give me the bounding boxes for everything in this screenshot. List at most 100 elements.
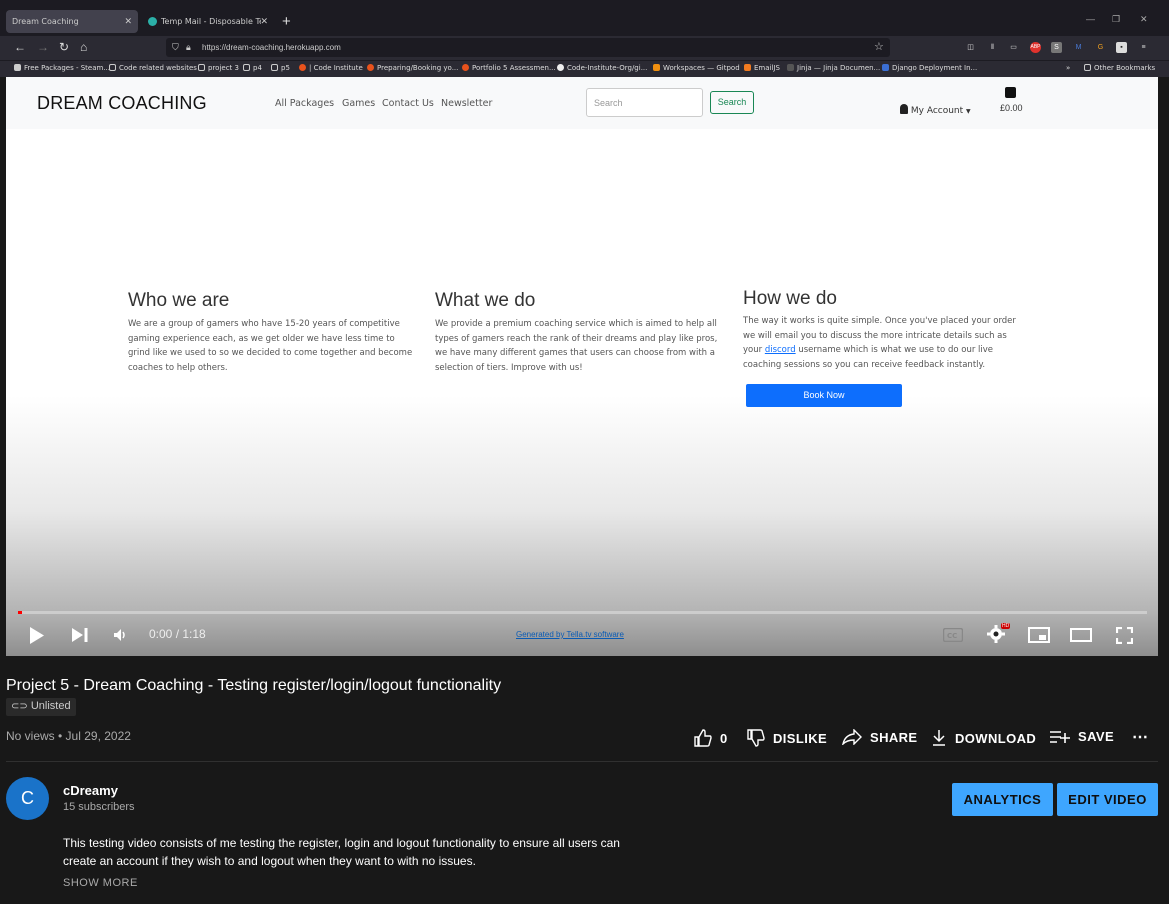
divider (6, 761, 1158, 762)
share-icon (842, 729, 862, 745)
site-header: DREAM COACHING All Packages Games Contac… (6, 77, 1158, 129)
play-icon[interactable] (30, 627, 44, 644)
subscriber-count: 15 subscribers (63, 801, 135, 813)
edit-video-button[interactable]: EDIT VIDEO (1057, 783, 1158, 816)
extension-icon[interactable]: G (1095, 42, 1106, 53)
url-bar[interactable]: ⛉ 🔒︎ https://dream-coaching.herokuapp.co… (166, 38, 890, 57)
jinja-icon (787, 64, 794, 71)
bookmark-item[interactable]: Workspaces — Gitpod (653, 64, 740, 72)
nav-all-packages[interactable]: All Packages (275, 98, 334, 109)
add-to-playlist-icon (1050, 730, 1070, 743)
shield-icon[interactable]: ⛉ (172, 42, 179, 53)
bookmark-item[interactable]: Django Deployment In... (882, 64, 977, 72)
site-search-button[interactable]: Search (710, 91, 754, 114)
gitpod-icon (653, 64, 660, 71)
menu-icon[interactable]: ≡ (1138, 42, 1149, 53)
tella-overlay-link[interactable]: Generated by Tella.tv software (516, 630, 624, 639)
close-tab-icon[interactable]: ✕ (260, 17, 268, 27)
progress-played (18, 611, 22, 614)
heading-how-we-do: How we do (743, 288, 837, 309)
emailjs-icon (744, 64, 751, 71)
bookmark-item[interactable]: Jinja — Jinja Documen... (787, 64, 880, 72)
sidebar-icon[interactable]: ▭ (1008, 42, 1019, 53)
reload-icon[interactable]: ↻ (59, 40, 69, 54)
unlisted-badge: ⊂⊃ Unlisted (6, 698, 76, 716)
bookmark-folder[interactable]: p5 (271, 64, 290, 72)
nav-newsletter[interactable]: Newsletter (441, 98, 492, 109)
save-button[interactable]: SAVE (1050, 729, 1114, 744)
my-account-dropdown[interactable]: My Account ▼ (900, 104, 971, 116)
back-icon[interactable]: ← (14, 40, 26, 54)
folder-icon (1084, 64, 1091, 71)
site-search-input[interactable]: Search (586, 88, 703, 117)
extension-icon[interactable]: M (1073, 42, 1084, 53)
dislike-button[interactable]: DISLIKE (747, 729, 827, 747)
bookmark-folder[interactable]: Code related websites (109, 64, 197, 72)
fullscreen-icon[interactable] (1116, 627, 1133, 644)
forward-icon[interactable]: → (37, 40, 49, 54)
bookmark-star-icon[interactable]: ☆ (874, 40, 884, 53)
channel-avatar[interactable]: C (6, 777, 49, 820)
nav-contact-us[interactable]: Contact Us (382, 98, 434, 109)
theater-mode-icon[interactable] (1070, 628, 1092, 642)
close-window-icon[interactable]: ✕ (1140, 14, 1148, 25)
bookmark-folder[interactable]: project 3 (198, 64, 239, 72)
video-meta: No views • Jul 29, 2022 (6, 729, 131, 743)
site-brand[interactable]: DREAM COACHING (37, 93, 207, 114)
caret-down-icon: ▼ (966, 108, 971, 115)
next-icon[interactable] (72, 628, 88, 642)
more-actions-icon[interactable]: ⋯ (1132, 727, 1148, 747)
show-more-button[interactable]: SHOW MORE (63, 877, 138, 889)
extension-icon[interactable]: S (1051, 42, 1062, 53)
bookmark-item[interactable]: | Code Institute (299, 64, 363, 72)
bookmark-item[interactable]: EmailJS (744, 64, 780, 72)
shopping-bag-icon[interactable] (1005, 87, 1016, 98)
captions-icon[interactable]: CC (943, 628, 963, 642)
svg-text:CC: CC (947, 632, 957, 640)
discord-link[interactable]: discord (765, 345, 796, 355)
bookmark-item[interactable]: Free Packages - Steam... (14, 64, 110, 72)
lock-icon[interactable]: 🔒︎ (186, 42, 191, 53)
library-icon[interactable]: ⫴ (987, 42, 998, 53)
share-button[interactable]: SHARE (842, 729, 918, 745)
tab-dream-coaching[interactable]: Dream Coaching ✕ (6, 10, 138, 33)
bookmark-item[interactable]: Portfolio 5 Assessmen... (462, 64, 556, 72)
new-tab-icon[interactable]: + (282, 13, 291, 30)
close-tab-icon[interactable]: ✕ (124, 17, 132, 27)
bookmark-item[interactable]: Code-Institute-Org/gi... (557, 64, 647, 72)
volume-icon[interactable] (114, 629, 128, 641)
download-button[interactable]: DOWNLOAD (931, 729, 1036, 747)
cart-total: £0.00 (1000, 103, 1023, 113)
channel-name[interactable]: cDreamy (63, 783, 118, 798)
minimize-icon[interactable]: — (1086, 14, 1095, 24)
miniplayer-icon[interactable] (1028, 627, 1050, 643)
hd-badge: HD (1001, 623, 1011, 629)
time-display: 0:00 / 1:18 (149, 627, 206, 641)
restore-icon[interactable]: ❐ (1112, 14, 1120, 25)
home-icon[interactable]: ⌂ (80, 40, 87, 54)
analytics-button[interactable]: ANALYTICS (952, 783, 1053, 816)
adblock-icon[interactable]: ABP (1030, 42, 1041, 53)
book-now-button[interactable]: Book Now (746, 384, 902, 407)
extension-icon[interactable]: ▪ (1116, 42, 1127, 53)
tab-temp-mail[interactable]: Temp Mail - Disposable Tempo ✕ (142, 10, 274, 33)
video-title: Project 5 - Dream Coaching - Testing reg… (6, 677, 502, 694)
tab-label: Temp Mail - Disposable Tempo (161, 17, 261, 26)
bookmark-folder[interactable]: Other Bookmarks (1084, 64, 1155, 72)
video-player[interactable]: DREAM COACHING All Packages Games Contac… (6, 77, 1158, 656)
progress-bar[interactable] (18, 611, 1147, 614)
bookmarks-overflow-icon[interactable]: » (1066, 64, 1070, 72)
download-icon (933, 730, 945, 746)
my-account-label: My Account (910, 106, 964, 116)
bookmark-folder[interactable]: p4 (243, 64, 262, 72)
like-button[interactable]: 0 (694, 729, 728, 747)
bookmark-item[interactable]: Preparing/Booking yo... (367, 64, 458, 72)
thumbs-down-icon (747, 729, 765, 747)
user-icon (900, 104, 908, 114)
code-institute-icon (367, 64, 374, 71)
browser-tab-bar: Dream Coaching ✕ Temp Mail - Disposable … (0, 0, 1169, 36)
bookmarks-bar: Free Packages - Steam... Code related we… (0, 60, 1169, 77)
thumbs-up-icon (694, 729, 712, 747)
pocket-icon[interactable]: ◫ (965, 42, 976, 53)
nav-games[interactable]: Games (342, 98, 375, 109)
